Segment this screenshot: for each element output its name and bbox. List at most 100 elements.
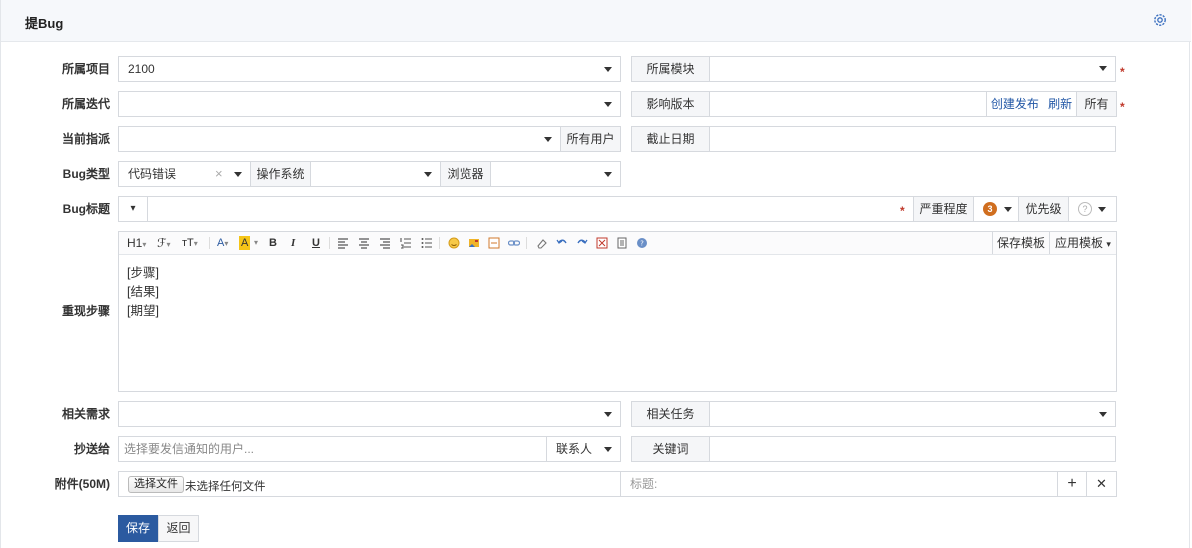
bg-color-caret: ▾ bbox=[254, 238, 259, 247]
choose-file-button[interactable]: 选择文件 bbox=[128, 476, 184, 493]
os-label: 操作系统 bbox=[250, 161, 311, 187]
steps-line: [步骤] bbox=[127, 266, 159, 280]
required-star: * bbox=[900, 204, 905, 218]
add-file-button[interactable]: + bbox=[1057, 471, 1087, 497]
create-release-link[interactable]: 创建发布 bbox=[991, 97, 1039, 111]
mailto-input[interactable]: 选择要发信通知的用户... bbox=[118, 436, 547, 462]
font-family-button[interactable]: ℱ▾ bbox=[157, 236, 170, 250]
underline-button[interactable]: U bbox=[312, 236, 320, 250]
code-icon[interactable] bbox=[488, 237, 500, 249]
refresh-link[interactable]: 刷新 bbox=[1048, 97, 1072, 111]
contacts-select[interactable]: 联系人 bbox=[546, 436, 621, 462]
keywords-label: 关键词 bbox=[631, 436, 710, 462]
iteration-label: 所属迭代 bbox=[61, 97, 110, 111]
browser-select[interactable] bbox=[490, 161, 621, 187]
chevron-down-icon bbox=[1004, 207, 1012, 212]
ordered-list-icon[interactable] bbox=[400, 237, 412, 249]
title-color-picker[interactable]: ▾ bbox=[118, 196, 148, 222]
no-file-text: 未选择任何文件 bbox=[185, 481, 266, 493]
redo-icon[interactable] bbox=[576, 237, 588, 249]
related-task-select[interactable] bbox=[709, 401, 1116, 427]
bug-type-value: 代码错误 bbox=[128, 167, 177, 181]
mailto-label: 抄送给 bbox=[73, 442, 110, 456]
contacts-label: 联系人 bbox=[556, 442, 593, 456]
toolbar-divider bbox=[329, 237, 330, 249]
chevron-down-icon bbox=[234, 172, 242, 177]
font-color-button[interactable]: A▾ bbox=[217, 236, 228, 250]
emoticon-icon[interactable] bbox=[448, 237, 460, 249]
chevron-down-icon bbox=[604, 102, 612, 107]
bold-button[interactable]: B bbox=[269, 236, 277, 250]
remove-file-button[interactable]: ✕ bbox=[1086, 471, 1117, 497]
module-select[interactable] bbox=[709, 56, 1116, 82]
back-button[interactable]: 返回 bbox=[158, 515, 199, 542]
affected-build-select[interactable] bbox=[709, 91, 987, 117]
page-title: 提Bug bbox=[25, 16, 64, 31]
link-icon[interactable] bbox=[508, 237, 520, 249]
apply-template-button[interactable]: 应用模板 ▾ bbox=[1049, 232, 1116, 254]
attachment-label: 附件(50M) bbox=[54, 477, 110, 491]
all-users-button[interactable]: 所有用户 bbox=[560, 126, 621, 152]
attachment-title-input[interactable]: 标题: bbox=[620, 471, 1058, 497]
title-input[interactable] bbox=[147, 196, 914, 222]
panel-header: 提Bug bbox=[1, 0, 1191, 42]
priority-label: 优先级 bbox=[1018, 196, 1069, 222]
priority-select[interactable] bbox=[1068, 196, 1117, 222]
product-value: 2100 bbox=[128, 62, 155, 76]
chevron-down-icon bbox=[604, 172, 612, 177]
clear-icon[interactable]: × bbox=[215, 167, 223, 180]
toolbar-divider bbox=[526, 237, 527, 249]
product-select[interactable]: 2100 bbox=[118, 56, 621, 82]
toolbar-divider bbox=[439, 237, 440, 249]
italic-button[interactable]: I bbox=[291, 236, 295, 250]
editor-toolbar: H1▾ ℱ▾ тT▾ A▾ A ▾ B I U ? 保存模板 应用模板 ▾ bbox=[119, 232, 1116, 255]
required-star: * bbox=[1120, 100, 1125, 114]
module-label: 所属模块 bbox=[631, 56, 710, 82]
chevron-down-icon bbox=[1099, 66, 1107, 71]
bug-type-select[interactable]: 代码错误 × bbox=[118, 161, 251, 187]
undo-icon[interactable] bbox=[556, 237, 568, 249]
browser-label: 浏览器 bbox=[440, 161, 491, 187]
build-links: 创建发布 刷新 bbox=[986, 91, 1077, 117]
related-story-select[interactable] bbox=[118, 401, 621, 427]
steps-label: 重现步骤 bbox=[61, 304, 110, 318]
help-icon[interactable]: ? bbox=[636, 237, 648, 249]
gear-icon[interactable] bbox=[1152, 12, 1168, 28]
keywords-input[interactable] bbox=[709, 436, 1116, 462]
align-right-icon[interactable] bbox=[379, 237, 391, 249]
unordered-list-icon[interactable] bbox=[421, 237, 433, 249]
heading-button[interactable]: H1▾ bbox=[127, 236, 146, 250]
image-icon[interactable] bbox=[468, 237, 480, 249]
iteration-select[interactable] bbox=[118, 91, 621, 117]
fullscreen-icon[interactable] bbox=[596, 237, 608, 249]
align-left-icon[interactable] bbox=[337, 237, 349, 249]
save-button[interactable]: 保存 bbox=[118, 515, 158, 542]
toolbar-divider bbox=[209, 237, 210, 249]
chevron-down-icon bbox=[1098, 207, 1106, 212]
expected-line: [期望] bbox=[127, 304, 159, 318]
chevron-down-icon bbox=[544, 137, 552, 142]
chevron-down-icon bbox=[1099, 412, 1107, 417]
font-size-button[interactable]: тT▾ bbox=[182, 236, 198, 250]
chevron-down-icon bbox=[604, 67, 612, 72]
paste-icon[interactable] bbox=[616, 237, 628, 249]
save-template-button[interactable]: 保存模板 bbox=[992, 232, 1049, 254]
severity-badge: 3 bbox=[983, 202, 997, 216]
all-builds-button[interactable]: 所有 bbox=[1076, 91, 1117, 117]
result-line: [结果] bbox=[127, 285, 159, 299]
eraser-icon[interactable] bbox=[536, 237, 548, 249]
chevron-down-icon bbox=[424, 172, 432, 177]
assignee-select[interactable] bbox=[118, 126, 561, 152]
affected-build-label: 影响版本 bbox=[631, 91, 710, 117]
os-select[interactable] bbox=[310, 161, 441, 187]
required-star: * bbox=[1120, 65, 1125, 79]
assignee-label: 当前指派 bbox=[61, 132, 110, 146]
help-icon: ? bbox=[1078, 202, 1092, 216]
title-label: Bug标题 bbox=[62, 202, 110, 216]
deadline-input[interactable] bbox=[709, 126, 1116, 152]
chevron-down-icon bbox=[604, 447, 612, 452]
bg-color-button[interactable]: A bbox=[239, 236, 251, 250]
steps-editor[interactable]: H1▾ ℱ▾ тT▾ A▾ A ▾ B I U ? 保存模板 应用模板 ▾ [步… bbox=[118, 231, 1117, 392]
align-center-icon[interactable] bbox=[358, 237, 370, 249]
svg-text:?: ? bbox=[640, 240, 644, 248]
